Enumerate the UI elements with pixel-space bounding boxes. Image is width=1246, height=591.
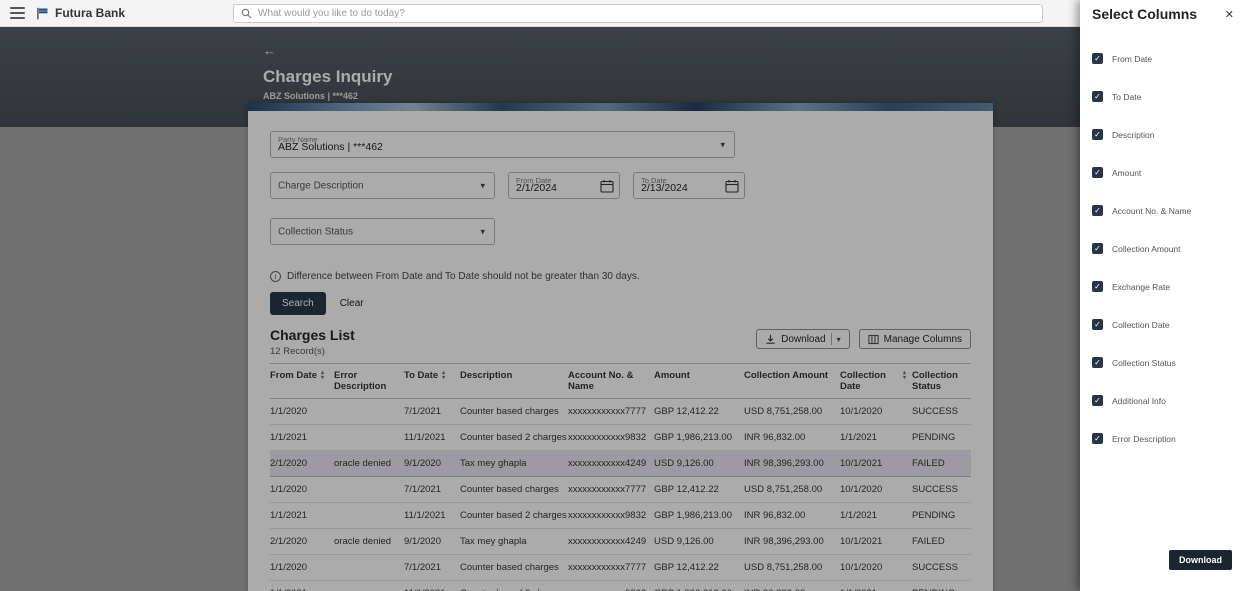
checkbox[interactable]: ✓	[1092, 395, 1103, 406]
column-option[interactable]: ✓ Collection Status	[1092, 357, 1234, 368]
column-option-label: Error Description	[1112, 433, 1176, 444]
panel-download-button[interactable]: Download	[1169, 550, 1232, 570]
column-option-label: Collection Status	[1112, 357, 1176, 368]
app-screen: Futura Bank ← Charges Inquiry ABZ Soluti…	[0, 0, 1246, 591]
checkbox[interactable]: ✓	[1092, 205, 1103, 216]
column-option[interactable]: ✓ From Date	[1092, 53, 1234, 64]
column-option[interactable]: ✓ Amount	[1092, 167, 1234, 178]
column-option[interactable]: ✓ Account No. & Name	[1092, 205, 1234, 216]
global-search	[233, 4, 1043, 23]
column-option[interactable]: ✓ Collection Date	[1092, 319, 1234, 330]
column-option[interactable]: ✓ Description	[1092, 129, 1234, 140]
checkbox[interactable]: ✓	[1092, 53, 1103, 64]
column-option-label: Amount	[1112, 167, 1142, 178]
checkbox[interactable]: ✓	[1092, 357, 1103, 368]
checkbox[interactable]: ✓	[1092, 281, 1103, 292]
checkbox[interactable]: ✓	[1092, 433, 1103, 444]
panel-title: Select Columns	[1092, 6, 1198, 22]
column-option-label: To Date	[1112, 91, 1142, 102]
search-icon	[241, 8, 252, 19]
checkbox[interactable]: ✓	[1092, 243, 1103, 254]
search-input[interactable]	[258, 8, 1035, 19]
close-icon[interactable]: ✕	[1219, 6, 1234, 23]
column-option-label: Exchange Rate	[1112, 281, 1171, 292]
modal-overlay[interactable]	[0, 27, 1080, 591]
checkbox[interactable]: ✓	[1092, 91, 1103, 102]
column-option-label: Collection Date	[1112, 319, 1170, 330]
column-option[interactable]: ✓ Collection Amount	[1092, 243, 1234, 254]
panel-header: Select Columns ✕	[1092, 6, 1234, 23]
checkbox[interactable]: ✓	[1092, 319, 1103, 330]
select-columns-panel: Select Columns ✕ ✓ From Date ✓ To Date ✓ Desc…	[1080, 0, 1246, 591]
column-option[interactable]: ✓ Additional Info	[1092, 395, 1234, 406]
futura-bank-logo-icon	[36, 7, 49, 20]
brand: Futura Bank	[36, 6, 125, 20]
column-option-label: From Date	[1112, 53, 1153, 64]
checkbox[interactable]: ✓	[1092, 129, 1103, 140]
top-header: Futura Bank	[0, 0, 1246, 27]
column-option[interactable]: ✓ Error Description	[1092, 433, 1234, 444]
menu-icon[interactable]	[10, 7, 25, 19]
brand-name: Futura Bank	[55, 6, 126, 20]
column-option-label: Account No. & Name	[1112, 205, 1192, 216]
column-option-label: Collection Amount	[1112, 243, 1181, 254]
column-options-list: ✓ From Date ✓ To Date ✓ Description ✓ Amount ✓ Ac…	[1092, 53, 1234, 444]
column-option-label: Description	[1112, 129, 1155, 140]
checkbox[interactable]: ✓	[1092, 167, 1103, 178]
column-option[interactable]: ✓ Exchange Rate	[1092, 281, 1234, 292]
column-option-label: Additional Info	[1112, 395, 1166, 406]
column-option[interactable]: ✓ To Date	[1092, 91, 1234, 102]
